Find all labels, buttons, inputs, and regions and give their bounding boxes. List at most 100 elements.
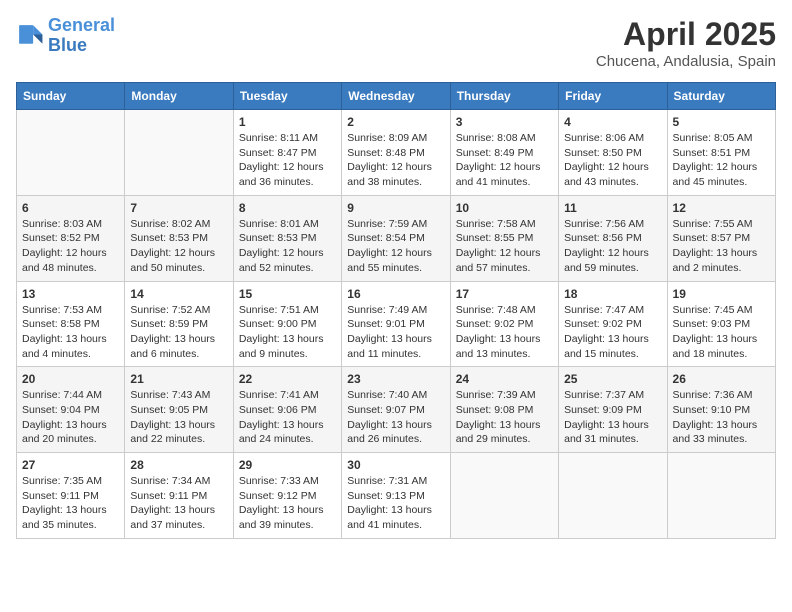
logo-text-line1: General	[48, 16, 115, 36]
day-info-text: Daylight: 12 hours and 55 minutes.	[347, 246, 444, 275]
day-number: 3	[456, 115, 553, 129]
day-number: 30	[347, 458, 444, 472]
day-cell	[450, 453, 558, 539]
day-info-text: Sunrise: 7:53 AM	[22, 303, 119, 318]
day-info-text: Daylight: 12 hours and 59 minutes.	[564, 246, 661, 275]
day-info-text: Daylight: 13 hours and 37 minutes.	[130, 503, 227, 532]
day-info-text: Sunrise: 7:34 AM	[130, 474, 227, 489]
day-info-text: Daylight: 13 hours and 11 minutes.	[347, 332, 444, 361]
logo: General Blue	[16, 16, 115, 56]
day-info-text: Sunset: 9:04 PM	[22, 403, 119, 418]
day-cell: 5Sunrise: 8:05 AMSunset: 8:51 PMDaylight…	[667, 110, 775, 196]
day-info-text: Daylight: 12 hours and 45 minutes.	[673, 160, 770, 189]
day-info-text: Daylight: 13 hours and 13 minutes.	[456, 332, 553, 361]
day-info-text: Sunrise: 8:05 AM	[673, 131, 770, 146]
day-number: 18	[564, 287, 661, 301]
day-info-text: Daylight: 12 hours and 50 minutes.	[130, 246, 227, 275]
calendar-body: 1Sunrise: 8:11 AMSunset: 8:47 PMDaylight…	[17, 110, 776, 539]
day-cell: 29Sunrise: 7:33 AMSunset: 9:12 PMDayligh…	[233, 453, 341, 539]
calendar-header: SundayMondayTuesdayWednesdayThursdayFrid…	[17, 83, 776, 110]
header-cell-wednesday: Wednesday	[342, 83, 450, 110]
day-info-text: Daylight: 13 hours and 33 minutes.	[673, 418, 770, 447]
day-cell: 27Sunrise: 7:35 AMSunset: 9:11 PMDayligh…	[17, 453, 125, 539]
header-cell-sunday: Sunday	[17, 83, 125, 110]
day-info-text: Sunrise: 7:45 AM	[673, 303, 770, 318]
day-number: 27	[22, 458, 119, 472]
day-info-text: Daylight: 13 hours and 24 minutes.	[239, 418, 336, 447]
day-number: 10	[456, 201, 553, 215]
day-cell: 28Sunrise: 7:34 AMSunset: 9:11 PMDayligh…	[125, 453, 233, 539]
logo-icon	[16, 22, 44, 50]
day-cell: 4Sunrise: 8:06 AMSunset: 8:50 PMDaylight…	[559, 110, 667, 196]
day-info-text: Daylight: 13 hours and 2 minutes.	[673, 246, 770, 275]
day-info-text: Sunset: 9:13 PM	[347, 489, 444, 504]
day-number: 13	[22, 287, 119, 301]
day-number: 12	[673, 201, 770, 215]
day-info-text: Sunset: 9:02 PM	[564, 317, 661, 332]
page-header: General Blue April 2025 Chucena, Andalus…	[16, 16, 776, 70]
day-cell: 16Sunrise: 7:49 AMSunset: 9:01 PMDayligh…	[342, 281, 450, 367]
day-cell: 30Sunrise: 7:31 AMSunset: 9:13 PMDayligh…	[342, 453, 450, 539]
day-info-text: Daylight: 12 hours and 57 minutes.	[456, 246, 553, 275]
day-cell: 26Sunrise: 7:36 AMSunset: 9:10 PMDayligh…	[667, 367, 775, 453]
day-cell: 20Sunrise: 7:44 AMSunset: 9:04 PMDayligh…	[17, 367, 125, 453]
day-cell: 7Sunrise: 8:02 AMSunset: 8:53 PMDaylight…	[125, 195, 233, 281]
day-cell: 12Sunrise: 7:55 AMSunset: 8:57 PMDayligh…	[667, 195, 775, 281]
day-cell	[17, 110, 125, 196]
day-info-text: Daylight: 13 hours and 22 minutes.	[130, 418, 227, 447]
day-info-text: Daylight: 12 hours and 43 minutes.	[564, 160, 661, 189]
day-info-text: Sunrise: 8:08 AM	[456, 131, 553, 146]
calendar-title: April 2025	[596, 16, 776, 53]
day-info-text: Sunrise: 7:51 AM	[239, 303, 336, 318]
calendar-table: SundayMondayTuesdayWednesdayThursdayFrid…	[16, 82, 776, 539]
day-info-text: Sunrise: 7:39 AM	[456, 388, 553, 403]
day-info-text: Daylight: 13 hours and 4 minutes.	[22, 332, 119, 361]
day-info-text: Sunrise: 8:11 AM	[239, 131, 336, 146]
day-info-text: Daylight: 12 hours and 52 minutes.	[239, 246, 336, 275]
day-info-text: Sunrise: 7:55 AM	[673, 217, 770, 232]
day-cell: 17Sunrise: 7:48 AMSunset: 9:02 PMDayligh…	[450, 281, 558, 367]
day-info-text: Daylight: 13 hours and 6 minutes.	[130, 332, 227, 361]
day-info-text: Daylight: 13 hours and 26 minutes.	[347, 418, 444, 447]
day-cell: 9Sunrise: 7:59 AMSunset: 8:54 PMDaylight…	[342, 195, 450, 281]
day-info-text: Sunrise: 7:40 AM	[347, 388, 444, 403]
day-info-text: Sunset: 9:11 PM	[22, 489, 119, 504]
day-info-text: Sunset: 8:52 PM	[22, 231, 119, 246]
day-info-text: Sunset: 9:11 PM	[130, 489, 227, 504]
day-info-text: Sunset: 9:08 PM	[456, 403, 553, 418]
day-info-text: Daylight: 13 hours and 29 minutes.	[456, 418, 553, 447]
day-info-text: Daylight: 13 hours and 31 minutes.	[564, 418, 661, 447]
day-cell: 18Sunrise: 7:47 AMSunset: 9:02 PMDayligh…	[559, 281, 667, 367]
day-cell: 21Sunrise: 7:43 AMSunset: 9:05 PMDayligh…	[125, 367, 233, 453]
day-info-text: Sunset: 8:55 PM	[456, 231, 553, 246]
day-number: 16	[347, 287, 444, 301]
week-row-4: 20Sunrise: 7:44 AMSunset: 9:04 PMDayligh…	[17, 367, 776, 453]
header-row: SundayMondayTuesdayWednesdayThursdayFrid…	[17, 83, 776, 110]
day-info-text: Daylight: 12 hours and 41 minutes.	[456, 160, 553, 189]
day-info-text: Sunrise: 7:59 AM	[347, 217, 444, 232]
day-info-text: Sunrise: 8:01 AM	[239, 217, 336, 232]
day-info-text: Daylight: 12 hours and 36 minutes.	[239, 160, 336, 189]
day-info-text: Sunset: 8:58 PM	[22, 317, 119, 332]
day-info-text: Sunset: 8:53 PM	[130, 231, 227, 246]
day-number: 8	[239, 201, 336, 215]
week-row-5: 27Sunrise: 7:35 AMSunset: 9:11 PMDayligh…	[17, 453, 776, 539]
day-info-text: Daylight: 13 hours and 20 minutes.	[22, 418, 119, 447]
day-info-text: Sunrise: 7:58 AM	[456, 217, 553, 232]
day-cell: 11Sunrise: 7:56 AMSunset: 8:56 PMDayligh…	[559, 195, 667, 281]
day-info-text: Sunrise: 7:31 AM	[347, 474, 444, 489]
day-number: 21	[130, 372, 227, 386]
day-cell: 24Sunrise: 7:39 AMSunset: 9:08 PMDayligh…	[450, 367, 558, 453]
day-info-text: Sunset: 8:48 PM	[347, 146, 444, 161]
day-number: 15	[239, 287, 336, 301]
day-cell: 23Sunrise: 7:40 AMSunset: 9:07 PMDayligh…	[342, 367, 450, 453]
day-info-text: Sunset: 8:54 PM	[347, 231, 444, 246]
day-info-text: Sunrise: 7:35 AM	[22, 474, 119, 489]
calendar-subtitle: Chucena, Andalusia, Spain	[596, 53, 776, 70]
day-info-text: Sunset: 8:53 PM	[239, 231, 336, 246]
day-info-text: Sunset: 8:51 PM	[673, 146, 770, 161]
day-info-text: Sunset: 8:47 PM	[239, 146, 336, 161]
day-cell: 14Sunrise: 7:52 AMSunset: 8:59 PMDayligh…	[125, 281, 233, 367]
day-number: 17	[456, 287, 553, 301]
day-info-text: Sunrise: 7:47 AM	[564, 303, 661, 318]
